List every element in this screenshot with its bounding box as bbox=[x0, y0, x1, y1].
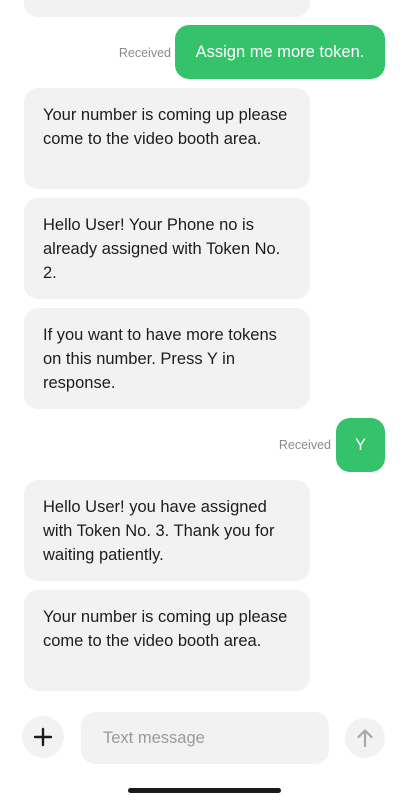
plus-icon bbox=[32, 726, 54, 748]
incoming-message[interactable]: Hello User! you have assigned with Token… bbox=[24, 480, 310, 581]
message-text: Y bbox=[354, 435, 366, 454]
incoming-message[interactable] bbox=[24, 0, 310, 17]
message-text: Hello User! you have assigned with Token… bbox=[43, 498, 275, 564]
message-input-container[interactable] bbox=[81, 712, 329, 764]
incoming-message[interactable]: Your number is coming up please come to … bbox=[24, 88, 310, 189]
message-input[interactable] bbox=[103, 728, 303, 748]
incoming-message[interactable]: Your number is coming up please come to … bbox=[24, 590, 310, 691]
messages-screen: Received Assign me more token. Your numb… bbox=[0, 0, 409, 800]
incoming-message[interactable]: If you want to have more tokens on this … bbox=[24, 308, 310, 409]
message-text: Your number is coming up please come to … bbox=[43, 106, 288, 148]
incoming-message[interactable]: Hello User! Your Phone no is already ass… bbox=[24, 198, 310, 299]
add-attachment-button[interactable] bbox=[22, 716, 64, 758]
message-text: If you want to have more tokens on this … bbox=[43, 326, 277, 392]
home-indicator[interactable] bbox=[128, 788, 281, 793]
delivery-status: Received bbox=[278, 438, 331, 452]
outgoing-message[interactable]: Assign me more token. bbox=[175, 25, 385, 79]
outgoing-message[interactable]: Y bbox=[336, 418, 385, 472]
delivery-status: Received bbox=[118, 46, 171, 60]
message-text: Assign me more token. bbox=[195, 42, 365, 61]
message-text: Your number is coming up please come to … bbox=[43, 608, 288, 650]
message-thread[interactable]: Received Assign me more token. Your numb… bbox=[0, 0, 409, 700]
send-button[interactable] bbox=[345, 718, 385, 758]
message-text: Hello User! Your Phone no is already ass… bbox=[43, 216, 281, 282]
arrow-up-icon bbox=[354, 727, 376, 749]
